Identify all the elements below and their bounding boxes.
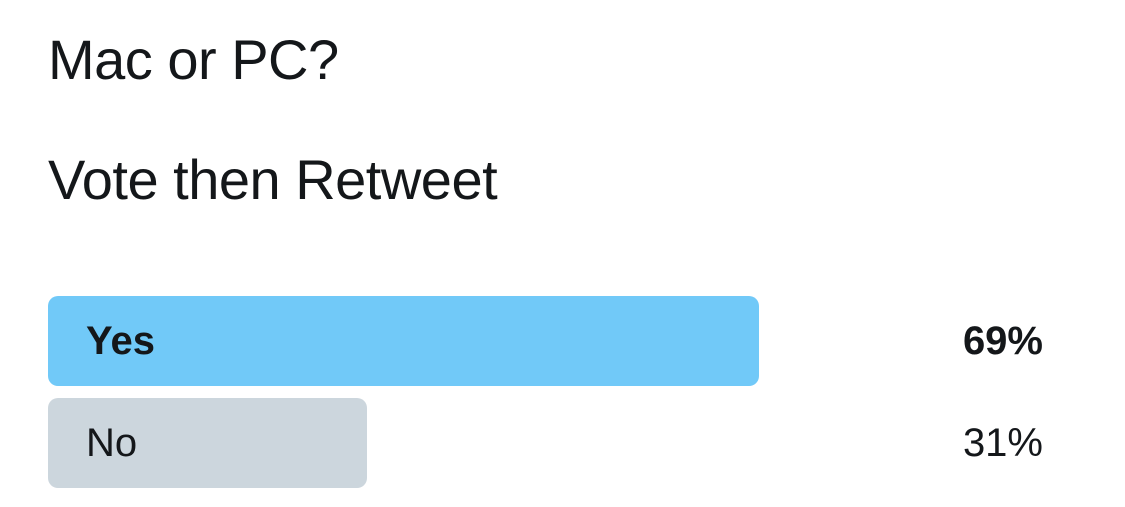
poll-option-yes[interactable]: Yes 69% (48, 296, 1043, 386)
tweet-text-line: Mac or PC? (48, 28, 339, 91)
poll-option-percent: 31% (962, 421, 1043, 465)
poll-option-label: No (86, 421, 138, 465)
poll: Yes 69% No 31% (48, 296, 1043, 500)
tweet-text-line: Vote then Retweet (48, 148, 498, 211)
poll-option-no[interactable]: No 31% (48, 398, 1043, 488)
poll-option-label: Yes (86, 319, 155, 363)
poll-option-percent: 69% (962, 319, 1043, 363)
